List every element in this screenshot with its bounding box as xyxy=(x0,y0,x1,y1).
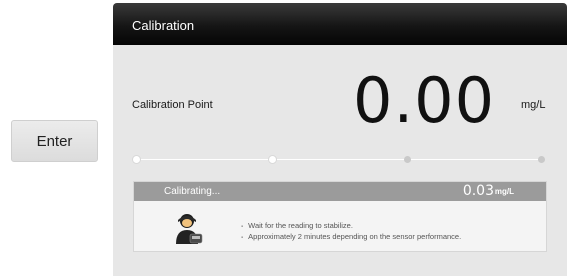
progress-track xyxy=(136,159,544,160)
instruction-list: Wait for the reading to stabilize. Appro… xyxy=(241,221,461,243)
progress-step-1 xyxy=(133,156,140,163)
instruction-item: Wait for the reading to stabilize. xyxy=(241,221,461,232)
title-bar: Calibration xyxy=(113,3,567,45)
status-label: Calibrating... xyxy=(164,186,221,197)
calibration-point-label: Calibration Point xyxy=(132,99,213,111)
progress-step-4 xyxy=(538,156,545,163)
progress-step-2 xyxy=(269,156,276,163)
status-bar: Calibrating... 0.03 mg/L xyxy=(134,182,546,201)
instruction-item: Approximately 2 minutes depending on the… xyxy=(241,232,461,243)
window-title: Calibration xyxy=(132,17,195,33)
enter-button[interactable]: Enter xyxy=(11,120,98,162)
status-box: Calibrating... 0.03 mg/L Wait for the re… xyxy=(133,181,547,252)
progress-step-3 xyxy=(404,156,411,163)
status-reading: 0.03 xyxy=(462,183,494,199)
calibration-panel: Calibration Calibration Point 0.00 mg/L … xyxy=(113,3,567,276)
person-with-sensor-icon xyxy=(176,214,203,244)
calibration-value: 0.00 xyxy=(353,64,496,137)
calibration-unit: mg/L xyxy=(521,99,546,111)
status-unit: mg/L xyxy=(494,187,514,196)
